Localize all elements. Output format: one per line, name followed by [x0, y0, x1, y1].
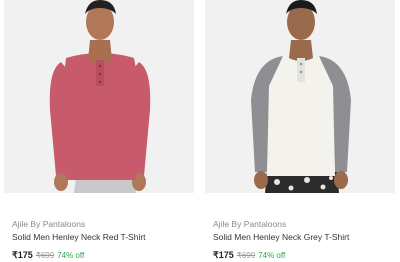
product-grid: Ajile By Pantaloons Solid Men Henley Nec… — [0, 0, 400, 262]
sale-price: ₹175 — [12, 250, 33, 260]
sale-price: ₹175 — [213, 250, 234, 260]
original-price: ₹699 — [35, 251, 55, 260]
discount-badge: 74% off — [57, 251, 85, 260]
product-card[interactable]: Ajile By Pantaloons Solid Men Henley Nec… — [4, 0, 194, 262]
price-row: ₹175 ₹699 74% off — [213, 249, 395, 262]
product-brand[interactable]: Ajile By Pantaloons — [213, 219, 395, 230]
product-card[interactable]: Ajile By Pantaloons Solid Men Henley Nec… — [205, 0, 395, 262]
product-title[interactable]: Solid Men Henley Neck Red T-Shirt — [12, 232, 194, 243]
product-image[interactable] — [205, 0, 395, 193]
red-henley-model-image — [4, 0, 194, 193]
discount-badge: 74% off — [258, 251, 286, 260]
product-image[interactable] — [4, 0, 194, 193]
grey-henley-model-image — [205, 0, 395, 193]
original-price: ₹699 — [236, 251, 256, 260]
price-row: ₹175 ₹699 74% off — [12, 249, 194, 262]
product-brand[interactable]: Ajile By Pantaloons — [12, 219, 194, 230]
product-title[interactable]: Solid Men Henley Neck Grey T-Shirt — [213, 232, 395, 243]
